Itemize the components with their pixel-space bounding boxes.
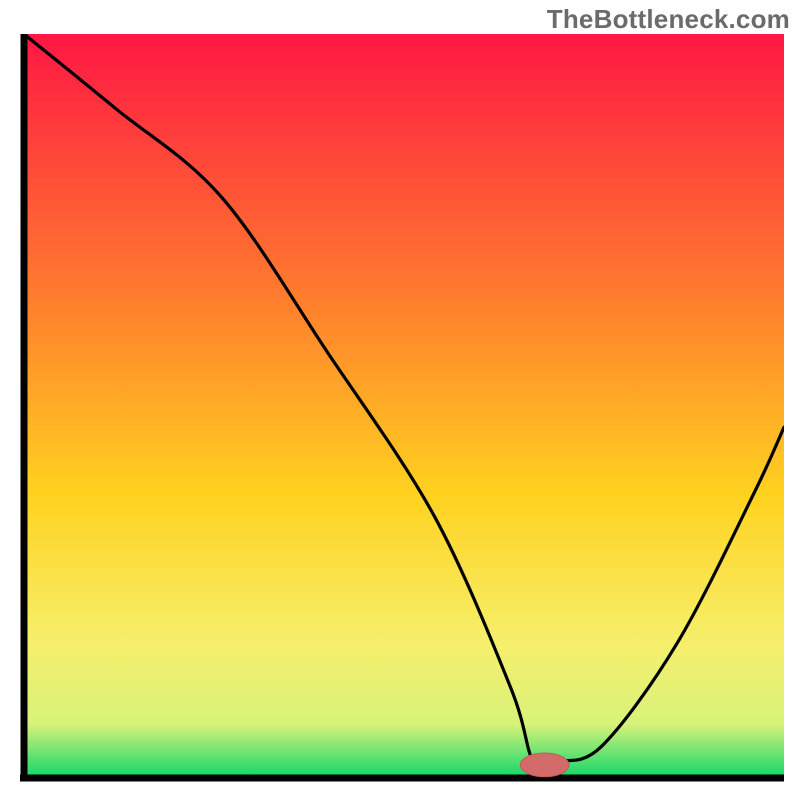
gradient-background [24,34,784,776]
chart-svg [16,34,784,784]
plot-area [16,34,784,784]
chart-container: TheBottleneck.com [0,0,800,800]
watermark-text: TheBottleneck.com [547,4,790,35]
minimum-marker [520,753,569,777]
